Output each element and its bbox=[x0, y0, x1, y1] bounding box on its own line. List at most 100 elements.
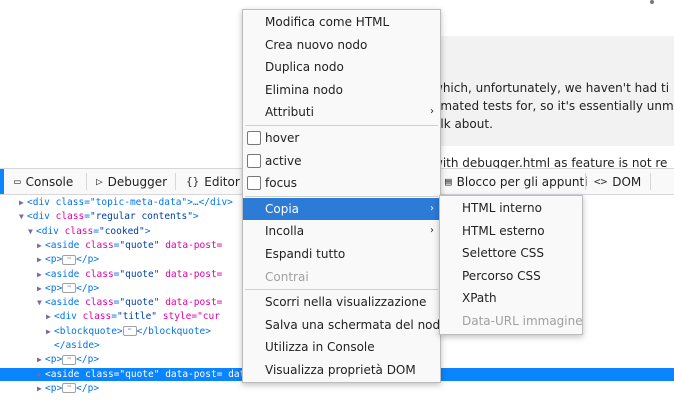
menu-item-label: Crea nuovo nodo bbox=[265, 37, 368, 52]
expand-twisty-icon[interactable]: ▶ bbox=[37, 268, 45, 281]
attr-value: "title" bbox=[116, 311, 158, 323]
tab-divider bbox=[585, 173, 586, 190]
menu-item-scorri-nella-visualizzazione[interactable]: Scorri nella visualizzazione bbox=[243, 291, 440, 313]
checkbox[interactable] bbox=[247, 176, 261, 191]
menu-item-active[interactable]: active bbox=[243, 150, 440, 172]
menu-item-utilizza-in-console[interactable]: Utilizza in Console bbox=[243, 336, 440, 358]
copy-submenu: HTML interno HTML esterno Selettore CSS Per… bbox=[439, 195, 583, 335]
menu-item-elimina-nodo[interactable]: Elimina nodo bbox=[243, 79, 440, 101]
submenu-item-xpath[interactable]: XPath bbox=[440, 287, 582, 309]
menu-item-crea-nuovo-nodo[interactable]: Crea nuovo nodo bbox=[243, 34, 440, 56]
expand-twisty-icon[interactable]: ▼ bbox=[19, 210, 27, 223]
menu-item-incolla[interactable]: Incolla › bbox=[243, 220, 440, 242]
menu-item-label: HTML esterno bbox=[462, 223, 545, 238]
attr-name: class bbox=[85, 297, 114, 309]
menu-item-label: Selettore CSS bbox=[462, 246, 544, 261]
tab-console[interactable]: ▭ Console bbox=[14, 169, 73, 194]
expand-twisty-icon[interactable]: ▶ bbox=[37, 382, 45, 395]
attr-value: "cooked" bbox=[98, 225, 145, 237]
menu-separator bbox=[245, 125, 438, 126]
submenu-item-data-url-immagine: Data-URL immagine bbox=[440, 310, 583, 332]
attr-name: class bbox=[64, 225, 94, 237]
menu-separator bbox=[245, 289, 438, 291]
tab-label: DOM bbox=[612, 174, 642, 189]
expand-twisty-icon[interactable]: ▶ bbox=[37, 239, 45, 252]
node-end-tag: </p> bbox=[76, 382, 100, 394]
node-tag: <div bbox=[36, 225, 59, 237]
tab-dom[interactable]: <> DOM bbox=[594, 169, 641, 194]
attr-name: class bbox=[85, 268, 114, 280]
node-end-tag: > bbox=[192, 211, 199, 223]
menu-item-label: hover bbox=[265, 131, 300, 145]
node-end-tag: > bbox=[144, 225, 151, 237]
expand-twisty-icon[interactable]: ▶ bbox=[46, 325, 54, 338]
collapsed-content-icon[interactable]: ⋯ bbox=[62, 254, 77, 265]
node-tag: <aside bbox=[45, 368, 80, 380]
node-tag: <div bbox=[54, 311, 77, 323]
menu-item-label: Contrai bbox=[265, 269, 309, 284]
menu-item-contrai: Contrai bbox=[243, 266, 440, 288]
chevron-right-icon: › bbox=[430, 225, 434, 237]
attr-name: class bbox=[85, 239, 114, 251]
expand-twisty-icon[interactable]: ▶ bbox=[46, 310, 54, 323]
checkbox[interactable] bbox=[247, 153, 261, 168]
menu-item-copia[interactable]: Copia › bbox=[243, 197, 440, 220]
collapsed-content-icon[interactable]: ⋯ bbox=[122, 326, 137, 337]
tab-debugger[interactable]: ▷ Debugger bbox=[96, 169, 167, 194]
checkbox[interactable] bbox=[247, 131, 261, 145]
tab-style-editor[interactable]: {} Editor s bbox=[186, 169, 250, 194]
tab-divider bbox=[650, 173, 651, 190]
markup-node[interactable]: ▶ <p> ⋯ </p> bbox=[0, 382, 674, 395]
menu-item-label: Copia bbox=[265, 201, 300, 216]
node-tag: <div bbox=[27, 211, 50, 223]
tab-clipboard[interactable]: ▤ Blocco per gli appunti bbox=[445, 169, 588, 194]
menu-item-focus[interactable]: focus bbox=[243, 172, 440, 194]
menu-item-label: focus bbox=[265, 176, 298, 191]
submenu-item-html-interno[interactable]: HTML interno bbox=[440, 197, 582, 219]
submenu-item-html-esterno[interactable]: HTML esterno bbox=[440, 220, 582, 242]
menu-item-salva-una-schermata-del-nodo[interactable]: Salva una schermata del nodo bbox=[243, 314, 447, 336]
node-tag: <aside bbox=[45, 268, 80, 280]
menu-item-label: XPath bbox=[462, 291, 497, 306]
expand-twisty-icon[interactable]: ▶ bbox=[37, 282, 45, 295]
node-end-tag: </blockquote> bbox=[136, 325, 211, 337]
menu-item-label: Visualizza proprietà DOM bbox=[265, 363, 416, 377]
node-tag: <aside bbox=[45, 297, 80, 309]
expand-twisty-icon[interactable]: ▶ bbox=[37, 368, 45, 381]
submenu-item-percorso-css[interactable]: Percorso CSS bbox=[440, 265, 582, 287]
menu-item-duplica-nodo[interactable]: Duplica nodo bbox=[243, 56, 440, 78]
menu-item-attributi[interactable]: Attributi › bbox=[243, 101, 440, 123]
expand-twisty-icon[interactable]: ▼ bbox=[37, 296, 45, 309]
collapsed-content-icon[interactable]: ⋯ bbox=[62, 283, 77, 294]
collapsed-content-icon[interactable]: ⋯ bbox=[62, 354, 77, 365]
menu-item-label: Data-URL immagine bbox=[462, 314, 583, 328]
attr-name: data-post= bbox=[165, 368, 223, 380]
menu-item-label: Salva una schermata del nodo bbox=[265, 317, 448, 332]
collapsed-content-icon[interactable]: ⋯ bbox=[62, 383, 77, 394]
submenu-item-selettore-css[interactable]: Selettore CSS bbox=[440, 242, 582, 264]
menu-item-hover[interactable]: hover bbox=[243, 127, 440, 149]
expand-twisty-icon[interactable]: ▶ bbox=[19, 196, 27, 209]
expand-twisty-icon[interactable]: ▶ bbox=[37, 353, 45, 366]
menu-item-espandi-tutto[interactable]: Espandi tutto bbox=[243, 243, 440, 265]
console-icon: ▭ bbox=[14, 175, 21, 188]
menu-item-label: Elimina nodo bbox=[265, 82, 343, 97]
debugger-icon: ▷ bbox=[96, 175, 103, 188]
node-text: <div class="topic-meta-data">…</div> bbox=[27, 197, 233, 208]
tab-label: Blocco per gli appunti bbox=[456, 174, 588, 189]
dom-icon: <> bbox=[594, 175, 608, 188]
node-end-tag: </p> bbox=[76, 254, 100, 266]
chevron-right-icon: › bbox=[430, 106, 434, 118]
menu-item-modifica-come-html[interactable]: Modifica come HTML bbox=[243, 11, 440, 33]
content-line: omated tests for, so it's essentially un… bbox=[433, 99, 674, 113]
node-tag: <aside bbox=[45, 239, 80, 251]
node-tag: </aside> bbox=[54, 340, 100, 351]
menu-item-label: Utilizza in Console bbox=[265, 340, 375, 355]
expand-twisty-icon[interactable]: ▶ bbox=[37, 253, 45, 266]
attr-name: class bbox=[85, 368, 114, 380]
expand-twisty-icon[interactable]: ▼ bbox=[28, 225, 36, 238]
menu-item-label: Espandi tutto bbox=[265, 247, 346, 261]
menu-item-visualizza-proprieta-dom[interactable]: Visualizza proprietà DOM bbox=[243, 359, 440, 381]
attr-name: style="cur bbox=[162, 311, 220, 323]
menu-item-label: HTML interno bbox=[462, 201, 542, 215]
